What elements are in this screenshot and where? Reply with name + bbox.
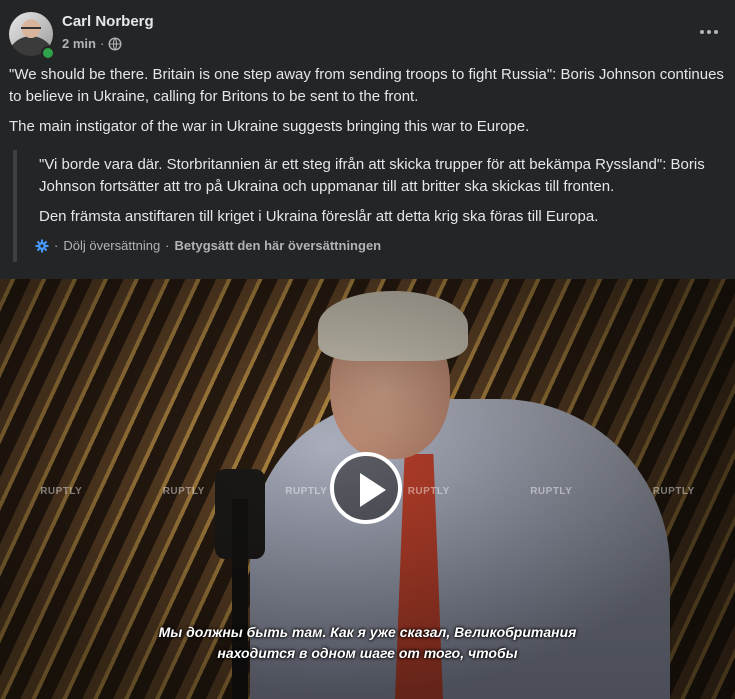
watermark: RUPTLY — [652, 485, 695, 497]
globe-icon[interactable] — [108, 36, 122, 51]
translation-actions: · Dölj översättning · Betygsätt den här … — [35, 238, 381, 253]
post-meta: 2 min · — [62, 36, 122, 51]
post-time[interactable]: 2 min — [62, 36, 96, 51]
play-icon[interactable] — [330, 452, 402, 524]
translation-separator: · — [54, 238, 59, 253]
hide-translation-link[interactable]: Dölj översättning — [63, 238, 160, 253]
watermark: RUPTLY — [530, 485, 573, 497]
translated-text: "Vi borde vara där. Storbritannien är et… — [39, 154, 735, 236]
translated-paragraph: Den främsta anstiftaren till kriget i Uk… — [39, 208, 599, 225]
post-paragraph: "We should be there. Britain is one step… — [9, 66, 724, 105]
post-header: Carl Norberg 2 min · — [9, 12, 725, 60]
translation-block: "Vi borde vara där. Storbritannien är et… — [13, 150, 729, 262]
facebook-post: Carl Norberg 2 min · "We should be there… — [0, 0, 735, 699]
online-status-icon — [41, 46, 55, 60]
gear-icon — [35, 239, 49, 253]
translated-paragraph: "Vi borde vara där. Storbritannien är et… — [39, 156, 705, 195]
avatar-glasses — [21, 27, 41, 33]
watermark: RUPTLY — [407, 485, 450, 497]
more-options-icon[interactable] — [699, 22, 719, 42]
subtitle-line: находится в одном шаге от того, чтобы — [217, 645, 518, 661]
translation-separator: · — [165, 238, 170, 253]
post-text: "We should be there. Britain is one step… — [9, 64, 727, 146]
video-player[interactable]: RUPTLY RUPTLY RUPTLY RUPTLY RUPTLY RUPTL… — [0, 279, 735, 699]
watermark: RUPTLY — [40, 485, 83, 497]
watermark: RUPTLY — [162, 485, 205, 497]
subtitle-line: Мы должны быть там. Как я уже сказал, Ве… — [158, 624, 577, 640]
author-name[interactable]: Carl Norberg — [62, 13, 154, 30]
watermark: RUPTLY — [285, 485, 328, 497]
post-paragraph: The main instigator of the war in Ukrain… — [9, 118, 530, 135]
video-subtitles: Мы должны быть там. Как я уже сказал, Ве… — [0, 622, 735, 664]
meta-separator: · — [99, 36, 105, 51]
rate-translation-link[interactable]: Betygsätt den här översättningen — [175, 238, 382, 253]
